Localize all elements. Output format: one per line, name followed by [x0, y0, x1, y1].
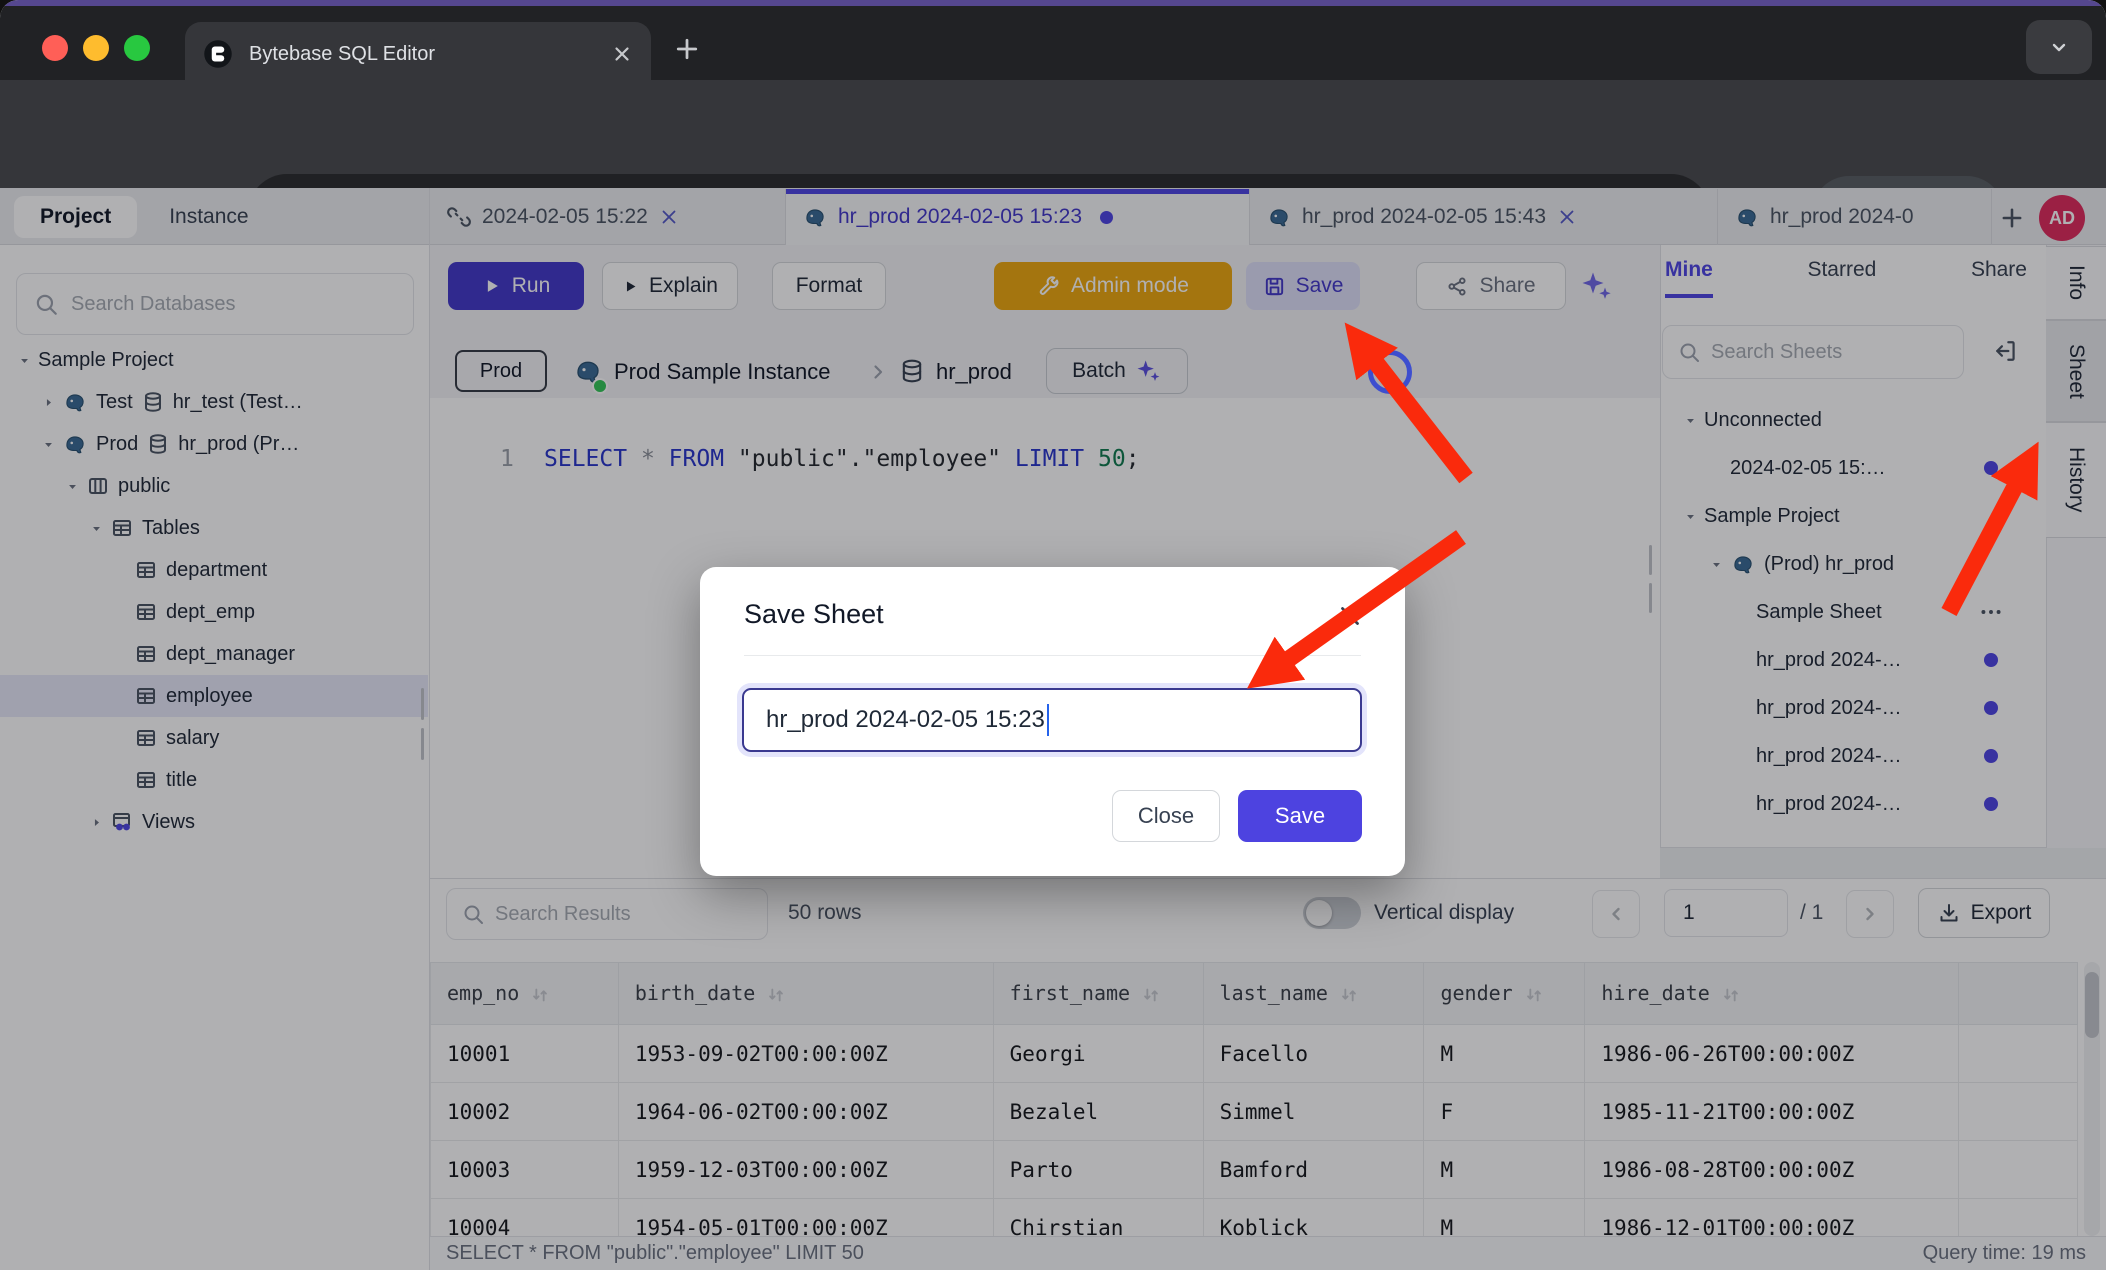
dialog-save-button[interactable]: Save	[1238, 790, 1362, 842]
bytebase-sql-editor-window: Bytebase SQL Editor localhost:8080/sql-e…	[0, 0, 2106, 1270]
close-dialog-icon[interactable]	[1335, 601, 1365, 631]
save-sheet-dialog: Save Sheet hr_prod 2024-02-05 15:23 Clos…	[700, 567, 1405, 876]
close-window-button[interactable]	[42, 35, 68, 61]
new-tab-button[interactable]	[672, 34, 702, 64]
tab-search-button[interactable]	[2026, 20, 2092, 74]
text-caret	[1047, 704, 1049, 736]
dialog-close-button[interactable]: Close	[1112, 790, 1220, 842]
browser-tab[interactable]: Bytebase SQL Editor	[185, 22, 651, 86]
bytebase-favicon	[203, 39, 233, 69]
close-tab-icon[interactable]	[611, 43, 633, 65]
dialog-title: Save Sheet	[744, 599, 884, 630]
dialog-divider	[744, 655, 1361, 656]
sheet-name-input[interactable]: hr_prod 2024-02-05 15:23	[742, 688, 1362, 752]
browser-titlebar: Bytebase SQL Editor	[0, 6, 2106, 80]
annotation-ring	[1368, 350, 1412, 394]
browser-navbar: localhost:8080/sql-editor/prod-sample-in…	[0, 80, 2106, 188]
browser-tab-title: Bytebase SQL Editor	[249, 43, 611, 66]
zoom-window-button[interactable]	[124, 35, 150, 61]
minimize-window-button[interactable]	[83, 35, 109, 61]
